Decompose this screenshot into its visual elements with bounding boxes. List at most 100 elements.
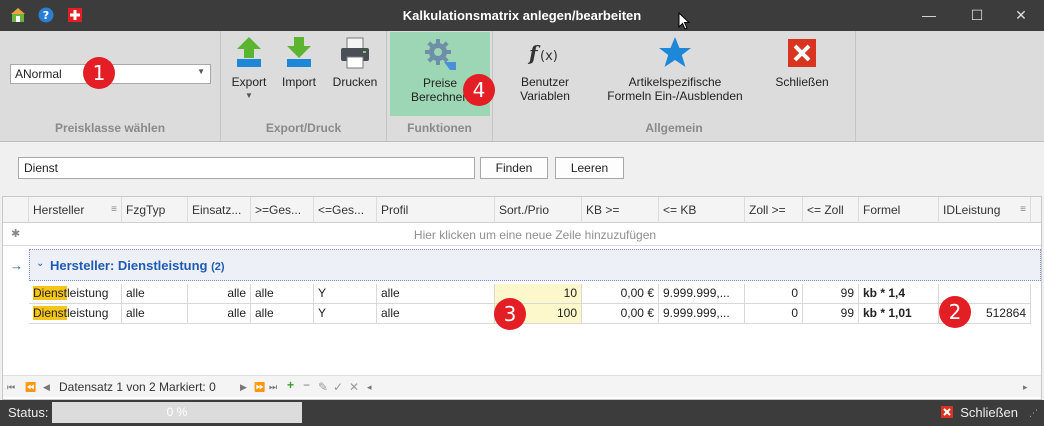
column-header-sort-prio[interactable]: Sort./Prio bbox=[495, 197, 582, 223]
svg-text:(x): (x) bbox=[540, 49, 558, 64]
status-bar: Status: 0 % Schließen ⋰ bbox=[0, 400, 1044, 426]
cell-zoll-max[interactable]: 99 bbox=[803, 304, 859, 324]
cell-fzgtyp[interactable]: alle bbox=[122, 304, 188, 324]
first-record-icon[interactable]: ⏮ bbox=[7, 382, 15, 393]
column-header-zoll-max[interactable]: <= Zoll bbox=[803, 197, 859, 223]
next-record-icon[interactable]: ▶ bbox=[240, 382, 247, 393]
import-button[interactable]: Import bbox=[276, 35, 322, 89]
group-label-export-druck: Export/Druck bbox=[265, 121, 342, 135]
prev-page-icon[interactable]: ⏪ bbox=[25, 382, 36, 393]
group-preisklasse: ANormal ▼ Preisklasse wählen bbox=[0, 31, 221, 141]
column-header-hersteller[interactable]: Hersteller ≡ bbox=[29, 197, 122, 223]
badge-3: 3 bbox=[494, 298, 526, 330]
cell-einsatz[interactable]: alle bbox=[188, 304, 251, 324]
search-bar: Dienst Finden Leeren bbox=[0, 142, 1044, 194]
title-bar: ? Kalkulationsmatrix anlegen/bearbeiten … bbox=[0, 0, 1044, 31]
new-row[interactable]: ✱ Hier klicken um eine neue Zeile hinzuz… bbox=[3, 224, 1041, 246]
column-header-ges-max[interactable]: <=Ges... bbox=[314, 197, 377, 223]
badge-4: 4 bbox=[463, 74, 495, 106]
minimize-button[interactable]: — bbox=[906, 0, 952, 31]
cancel-record-icon[interactable]: ✕ bbox=[349, 380, 359, 394]
cell-formel[interactable]: kb * 1,4 bbox=[859, 284, 939, 304]
column-header-kb-max[interactable]: <= KB bbox=[659, 197, 745, 223]
grid-header: Hersteller ≡ FzgTyp Einsatz... >=Ges... <… bbox=[3, 197, 1041, 223]
cell-kb-max[interactable]: 9.999.999,... bbox=[659, 304, 745, 324]
group-label-funktionen: Funktionen bbox=[407, 121, 472, 135]
table-row[interactable]: Dienstleistung alle alle alle Y alle 10 … bbox=[29, 284, 1031, 304]
cell-zoll-min[interactable]: 0 bbox=[745, 284, 803, 304]
cell-kb-max[interactable]: 9.999.999,... bbox=[659, 284, 745, 304]
cell-hersteller[interactable]: Dienstleistung bbox=[29, 304, 122, 324]
edit-record-icon[interactable]: ✎ bbox=[318, 380, 328, 394]
artikelspezifische-formeln-button[interactable]: Artikelspezifische Formeln Ein-/Ausblend… bbox=[597, 35, 753, 103]
find-button[interactable]: Finden bbox=[480, 157, 548, 179]
badge-2: 2 bbox=[939, 296, 971, 328]
window-title: Kalkulationsmatrix anlegen/bearbeiten bbox=[402, 8, 642, 23]
filter-icon[interactable]: ≡ bbox=[1020, 197, 1026, 223]
schliessen-button[interactable]: Schließen bbox=[765, 35, 839, 89]
cell-profil[interactable]: alle bbox=[377, 304, 495, 324]
column-header-zoll-min[interactable]: Zoll >= bbox=[745, 197, 803, 223]
last-record-icon[interactable]: ⏭ bbox=[269, 382, 277, 393]
close-window-button[interactable]: ✕ bbox=[998, 0, 1044, 31]
column-header-kb-min[interactable]: KB >= bbox=[582, 197, 659, 223]
preisklasse-value: ANormal bbox=[15, 67, 62, 81]
column-header-formel[interactable]: Formel bbox=[859, 197, 939, 223]
cell-zoll-min[interactable]: 0 bbox=[745, 304, 803, 324]
cell-hersteller[interactable]: Dienstleistung bbox=[29, 284, 122, 304]
cell-einsatz[interactable]: alle bbox=[188, 284, 251, 304]
prev-record-icon[interactable]: ◀ bbox=[43, 382, 50, 393]
status-close-button[interactable]: Schließen bbox=[940, 405, 1018, 420]
mouse-cursor-icon bbox=[678, 12, 690, 30]
cell-kb-min[interactable]: 0,00 € bbox=[582, 284, 659, 304]
current-row-indicator-icon: → bbox=[10, 258, 23, 273]
delete-record-icon[interactable]: − bbox=[303, 378, 310, 392]
status-label: Status: bbox=[8, 405, 49, 420]
cell-kb-min[interactable]: 0,00 € bbox=[582, 304, 659, 324]
group-row[interactable]: ⌄ Hersteller: Dienstleistung (2) bbox=[29, 249, 1041, 281]
export-button[interactable]: Export ▼ bbox=[224, 35, 274, 100]
save-record-icon[interactable]: ✓ bbox=[333, 380, 343, 394]
column-header-ges-min[interactable]: >=Ges... bbox=[251, 197, 314, 223]
import-icon bbox=[287, 37, 311, 67]
collapse-icon[interactable]: ⌄ bbox=[36, 258, 44, 269]
column-header-profil[interactable]: Profil bbox=[377, 197, 495, 223]
add-record-icon[interactable]: + bbox=[287, 378, 294, 392]
cell-ges-max[interactable]: Y bbox=[314, 304, 377, 324]
benutzer-variablen-button[interactable]: f (x) Benutzer Variablen bbox=[505, 35, 585, 103]
svg-text:f: f bbox=[527, 41, 541, 65]
cell-ges-min[interactable]: alle bbox=[251, 284, 314, 304]
drucken-button[interactable]: Drucken bbox=[327, 35, 383, 89]
progress-bar: 0 % bbox=[52, 402, 302, 423]
printer-icon bbox=[341, 37, 369, 69]
column-header-idleistung[interactable]: IDLeistung ≡ bbox=[939, 197, 1031, 223]
next-page-icon[interactable]: ⏩ bbox=[254, 382, 265, 393]
group-label-preisklasse: Preisklasse wählen bbox=[54, 121, 166, 135]
clear-button[interactable]: Leeren bbox=[555, 157, 624, 179]
filter-icon[interactable]: ≡ bbox=[111, 197, 117, 223]
cell-zoll-max[interactable]: 99 bbox=[803, 284, 859, 304]
maximize-button[interactable]: ☐ bbox=[954, 0, 1000, 31]
close-icon bbox=[940, 406, 953, 418]
ribbon: ANormal ▼ Preisklasse wählen Export ▼ Im… bbox=[0, 31, 1044, 142]
resize-grip-icon[interactable]: ⋰ bbox=[1029, 408, 1038, 419]
table-row[interactable]: Dienstleistung alle alle alle Y alle 100… bbox=[29, 304, 1031, 324]
group-label-allgemein: Allgemein bbox=[645, 121, 703, 135]
column-header-einsatz[interactable]: Einsatz... bbox=[188, 197, 251, 223]
cell-fzgtyp[interactable]: alle bbox=[122, 284, 188, 304]
cell-ges-min[interactable]: alle bbox=[251, 304, 314, 324]
column-header-fzgtyp[interactable]: FzgTyp bbox=[122, 197, 188, 223]
grid-navigator: ⏮ ⏪ ◀ Datensatz 1 von 2 Markiert: 0 ▶ ⏩ … bbox=[3, 375, 1041, 397]
export-icon bbox=[237, 37, 261, 67]
scroll-left-icon[interactable]: ◂ bbox=[367, 382, 372, 393]
data-grid: Hersteller ≡ FzgTyp Einsatz... >=Ges... <… bbox=[2, 196, 1042, 400]
function-icon: f (x) bbox=[527, 41, 558, 65]
scroll-right-icon[interactable]: ▸ bbox=[1023, 382, 1028, 393]
star-icon bbox=[659, 37, 691, 67]
search-input[interactable]: Dienst bbox=[18, 157, 475, 179]
cell-profil[interactable]: alle bbox=[377, 284, 495, 304]
group-allgemein: f (x) Benutzer Variablen Artikelspezifis… bbox=[493, 31, 856, 141]
cell-formel[interactable]: kb * 1,01 bbox=[859, 304, 939, 324]
cell-ges-max[interactable]: Y bbox=[314, 284, 377, 304]
chevron-down-icon: ▼ bbox=[197, 67, 205, 76]
